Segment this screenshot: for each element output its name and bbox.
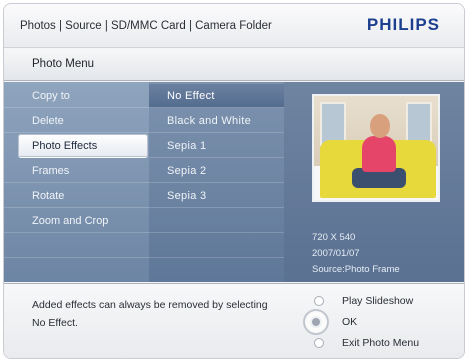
exit-photo-menu-label: Exit Photo Menu — [342, 337, 420, 349]
menu-item-frames[interactable]: Frames — [4, 159, 149, 183]
effect-black-and-white[interactable]: Black and White — [149, 109, 284, 133]
menu-title-bar: Photo Menu — [4, 49, 464, 81]
menu-item-photo-effects[interactable]: Photo Effects — [18, 134, 148, 158]
effect-no-effect[interactable]: No Effect — [149, 84, 284, 108]
photo-frame-screen: Photos | Source | SD/MMC Card | Camera F… — [3, 3, 465, 359]
header-bar: Photos | Source | SD/MMC Card | Camera F… — [4, 4, 464, 48]
effect-sepia-2[interactable]: Sepia 2 — [149, 159, 284, 183]
ok-label: OK — [342, 316, 358, 328]
menu-item-empty — [4, 234, 149, 258]
photo-source: Source:Photo Frame — [312, 264, 400, 275]
menu-title: Photo Menu — [32, 58, 95, 70]
menu-item-delete[interactable]: Delete — [4, 109, 149, 133]
breadcrumb: Photos | Source | SD/MMC Card | Camera F… — [20, 20, 272, 32]
photo-date: 2007/01/07 — [312, 248, 360, 259]
brand-logo: PHILIPS — [366, 15, 440, 34]
photo-thumbnail — [312, 94, 440, 202]
play-slideshow-label: Play Slideshow — [342, 295, 414, 307]
photo-menu-list: Copy to Delete Photo Effects Frames Rota… — [4, 82, 149, 282]
effect-sepia-1[interactable]: Sepia 1 — [149, 134, 284, 158]
photo-resolution: 720 X 540 — [312, 232, 356, 243]
effect-empty-2 — [149, 234, 284, 258]
effects-submenu: No Effect Black and White Sepia 1 Sepia … — [149, 82, 284, 282]
menu-item-zoom-and-crop[interactable]: Zoom and Crop — [4, 209, 149, 233]
help-text: Added effects can always be removed by s… — [32, 299, 268, 329]
bottom-bar: Added effects can always be removed by s… — [4, 283, 464, 358]
menu-item-copy-to[interactable]: Copy to — [4, 84, 149, 108]
preview-panel: 720 X 540 2007/01/07 Source:Photo Frame — [284, 82, 464, 282]
radio-icon — [314, 296, 324, 306]
menu-item-rotate[interactable]: Rotate — [4, 184, 149, 208]
ok-button-icon[interactable] — [303, 309, 329, 335]
effect-sepia-3[interactable]: Sepia 3 — [149, 184, 284, 208]
radio-icon — [314, 338, 324, 348]
effect-empty-1 — [149, 209, 284, 233]
